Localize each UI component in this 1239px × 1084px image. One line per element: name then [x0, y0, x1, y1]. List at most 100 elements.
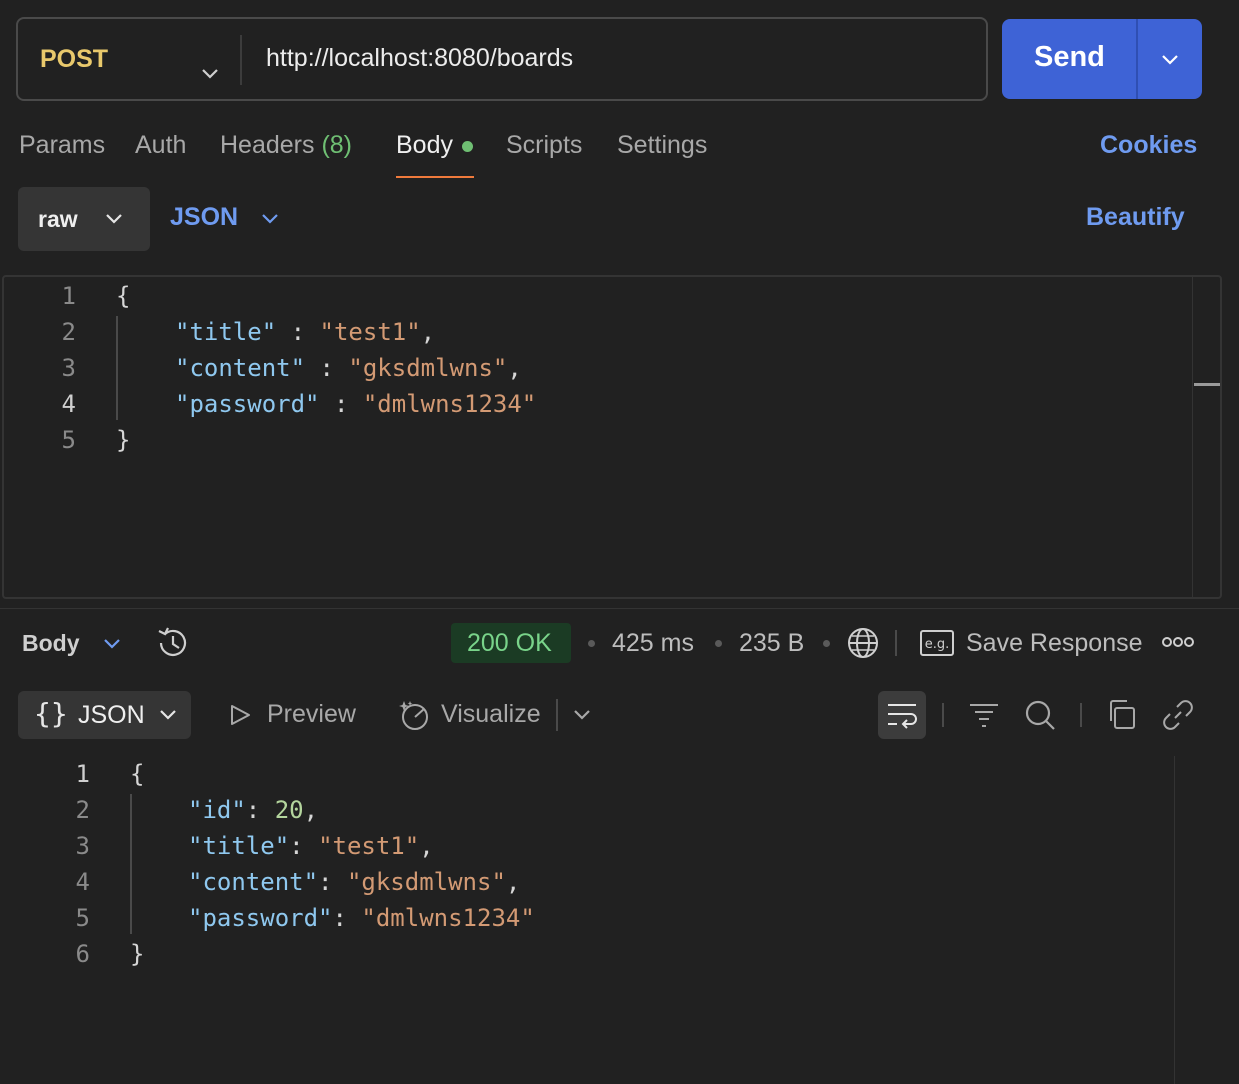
- code-token: "content": [175, 354, 306, 382]
- code-line[interactable]: "id": 20,: [188, 796, 318, 824]
- separator-dot: [588, 640, 595, 647]
- indent-guide: [116, 316, 118, 420]
- code-line[interactable]: {: [116, 282, 130, 310]
- visualize-icon[interactable]: [398, 699, 430, 731]
- separator-dot: [823, 640, 830, 647]
- tab-body[interactable]: Body: [396, 131, 453, 160]
- code-token: :: [332, 904, 362, 932]
- send-button-group: Send: [1002, 19, 1202, 99]
- response-size[interactable]: 235 B: [739, 629, 804, 658]
- tab-scripts[interactable]: Scripts: [506, 131, 582, 160]
- scrollbar-track: [1174, 756, 1175, 1084]
- braces-icon: {}: [34, 697, 68, 730]
- search-icon[interactable]: [1023, 698, 1057, 732]
- more-icon[interactable]: [1162, 635, 1194, 649]
- play-icon[interactable]: [228, 703, 252, 727]
- code-line[interactable]: "content": "gksdmlwns",: [188, 868, 520, 896]
- line-number: 1: [75, 760, 90, 788]
- code-token: "test1": [318, 832, 420, 860]
- code-token: :: [245, 796, 275, 824]
- chevron-down-icon[interactable]: [200, 67, 220, 81]
- code-line[interactable]: "content" : "gksdmlwns",: [175, 354, 522, 382]
- toolbar-separator: [942, 703, 944, 727]
- line-number: 2: [75, 796, 90, 824]
- history-icon[interactable]: [155, 626, 191, 660]
- headers-count-badge: (8): [321, 131, 353, 159]
- line-number: 5: [61, 426, 76, 454]
- svg-text:e.g.: e.g.: [925, 637, 950, 652]
- globe-icon[interactable]: [846, 626, 880, 660]
- beautify-button[interactable]: Beautify: [1086, 203, 1185, 232]
- code-line[interactable]: "title": "test1",: [188, 832, 434, 860]
- send-options-chevron-icon[interactable]: [1160, 53, 1180, 67]
- code-line[interactable]: }: [116, 426, 130, 454]
- code-token: :: [319, 390, 363, 418]
- eg-icon[interactable]: e.g.: [920, 630, 954, 656]
- code-token: }: [116, 426, 131, 454]
- cookies-link[interactable]: Cookies: [1100, 131, 1197, 160]
- body-modified-dot: [462, 141, 473, 152]
- request-url-bar: POST http://localhost:8080/boards: [16, 17, 988, 101]
- code-line[interactable]: "password": "dmlwns1234": [188, 904, 535, 932]
- code-token: "title": [188, 832, 290, 860]
- code-token: "test1": [319, 318, 421, 346]
- send-button[interactable]: Send: [1034, 41, 1105, 74]
- toolbar-separator: [1080, 703, 1082, 727]
- toolbar-separator: [556, 699, 558, 731]
- code-token: "gksdmlwns": [346, 868, 506, 896]
- visualize-button[interactable]: Visualize: [441, 700, 541, 729]
- code-token: }: [130, 940, 145, 968]
- copy-icon[interactable]: [1105, 698, 1139, 732]
- line-number: 4: [61, 390, 76, 418]
- code-token: "dmlwns1234": [362, 390, 537, 418]
- tab-auth[interactable]: Auth: [135, 131, 186, 160]
- chevron-down-icon[interactable]: [260, 212, 280, 226]
- active-tab-indicator: [396, 176, 474, 178]
- line-number: 2: [61, 318, 76, 346]
- scrollbar-track: [1192, 277, 1193, 597]
- link-icon[interactable]: [1161, 698, 1195, 732]
- code-token: 20: [274, 796, 304, 824]
- status-badge[interactable]: 200 OK: [451, 623, 571, 663]
- tab-settings[interactable]: Settings: [617, 131, 707, 160]
- code-token: "dmlwns1234": [361, 904, 535, 932]
- line-number: 1: [61, 282, 76, 310]
- code-line[interactable]: }: [130, 940, 144, 968]
- chevron-down-icon: [160, 710, 176, 720]
- code-line[interactable]: "title" : "test1",: [175, 318, 435, 346]
- response-view-label: JSON: [78, 701, 145, 729]
- preview-button[interactable]: Preview: [267, 700, 356, 729]
- code-token: :: [305, 354, 349, 382]
- code-token: "title": [175, 318, 277, 346]
- method-selector[interactable]: POST: [40, 45, 108, 74]
- code-token: :: [289, 832, 319, 860]
- line-number: 6: [75, 940, 90, 968]
- send-divider: [1136, 19, 1138, 99]
- response-section-dropdown[interactable]: Body: [22, 630, 80, 657]
- chevron-down-icon[interactable]: [102, 637, 122, 651]
- url-input[interactable]: http://localhost:8080/boards: [266, 44, 573, 73]
- response-view-dropdown[interactable]: {} JSON: [18, 691, 191, 739]
- chevron-down-icon: [106, 214, 122, 224]
- save-response-button[interactable]: Save Response: [966, 629, 1143, 658]
- code-line[interactable]: "password" : "dmlwns1234": [175, 390, 536, 418]
- tab-params[interactable]: Params: [19, 131, 105, 160]
- body-mode-label: raw: [38, 206, 78, 232]
- code-token: "content": [188, 868, 319, 896]
- wrap-lines-button[interactable]: [878, 691, 926, 739]
- scrollbar-marker[interactable]: [1194, 383, 1220, 386]
- body-mode-dropdown[interactable]: raw: [18, 187, 150, 251]
- response-time[interactable]: 425 ms: [612, 629, 694, 658]
- url-divider: [240, 35, 242, 85]
- toolbar-separator: [895, 630, 897, 656]
- code-token: :: [318, 868, 347, 896]
- tab-headers[interactable]: Headers (8): [220, 131, 352, 160]
- code-token: ,: [505, 868, 521, 896]
- code-line[interactable]: {: [130, 760, 144, 788]
- code-token: "gksdmlwns": [348, 354, 508, 382]
- chevron-down-icon[interactable]: [572, 708, 592, 722]
- filter-icon[interactable]: [967, 698, 1001, 732]
- panel-divider[interactable]: [0, 608, 1239, 609]
- body-language-dropdown[interactable]: JSON: [170, 203, 238, 232]
- code-token: "password": [188, 904, 333, 932]
